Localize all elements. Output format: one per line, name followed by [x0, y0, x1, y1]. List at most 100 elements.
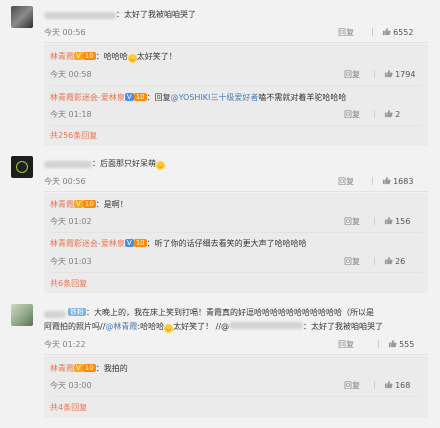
blurred-username[interactable]	[44, 311, 66, 318]
reply-link[interactable]: 回复	[338, 27, 354, 39]
thumbs-up-icon	[384, 380, 393, 389]
reply-text: ：回复	[146, 93, 171, 102]
comment-text-line2d: ：太好了我被咱咱哭了	[303, 322, 384, 331]
like-count: 168	[395, 381, 411, 390]
reply-item: 林青霞影迷会-爱林泉 V 10 ：听了你的话仔细去看笑的更大声了哈哈哈哈	[50, 238, 307, 250]
reply-author-name[interactable]: 林青霞	[50, 52, 74, 61]
divider	[374, 110, 375, 118]
reply-time: 今天 01:18	[50, 110, 92, 119]
divider	[374, 217, 375, 225]
v-badge-icon: V	[74, 52, 83, 60]
thumbs-up-icon	[384, 69, 393, 78]
v-badge-icon: V	[74, 364, 83, 372]
level-badge-icon: 10	[82, 52, 96, 60]
like-button[interactable]: 168	[374, 380, 410, 392]
thumbs-up-icon	[384, 216, 393, 225]
reply-link[interactable]: 回复	[338, 176, 354, 188]
thumbs-up-icon	[384, 109, 393, 118]
reply-link[interactable]: 回复	[344, 256, 360, 268]
laughing-emoji-icon: ◡	[156, 161, 165, 170]
divider	[50, 125, 422, 126]
like-count: 2	[395, 110, 401, 119]
comment-time: 今天 00:56	[44, 28, 86, 37]
like-count: 1794	[395, 70, 416, 79]
reply-item: 林青霞 V 10 ：是啊！	[50, 199, 128, 211]
like-count: 555	[399, 340, 415, 349]
divider	[44, 354, 428, 355]
reply-link[interactable]: 回复	[344, 109, 360, 121]
reply-item: 林青霞影迷会-爱林泉 V 10 ：回复@YOSHIKI三十级爱好者嗑不需就对着羊驼哈哈…	[50, 92, 346, 104]
level-badge-icon: 10	[133, 93, 147, 101]
comment-text-line2: 阿霞拍的照片吗//	[44, 322, 106, 331]
v-badge-icon: V	[74, 200, 83, 208]
like-count: 6552	[393, 28, 414, 37]
reply-item: 林青霞 V 10 ：我拍的	[50, 363, 128, 375]
comment-text: ：大晚上的，我在床上笑到打嗝！青霞真的好逗哈哈哈哈哈哈哈哈哈哈哈（所以是	[86, 308, 374, 317]
reply-text-2: 嗑不需就对着羊驼哈哈哈	[258, 93, 347, 102]
laughing-emoji-icon: ◡	[164, 324, 174, 333]
reply-author-name[interactable]: 林青霞	[50, 364, 74, 373]
divider	[378, 340, 379, 348]
reply-text-2: 太好笑了！	[136, 52, 177, 61]
level-badge-icon: 10	[82, 364, 96, 372]
divider	[50, 232, 422, 233]
like-button[interactable]: 6552	[372, 27, 413, 39]
comment-item: 铁粉 ：大晚上的，我在床上笑到打嗝！青霞真的好逗哈哈哈哈哈哈哈哈哈哈哈（所以是	[68, 307, 374, 319]
divider	[44, 42, 428, 43]
more-replies-link[interactable]: 共256条回复	[50, 130, 97, 142]
divider	[50, 272, 422, 273]
like-button[interactable]: 1683	[372, 176, 413, 188]
thumbs-up-icon	[382, 27, 391, 36]
like-button[interactable]: 2	[374, 109, 400, 121]
commenter-avatar[interactable]	[11, 304, 33, 326]
blurred-username[interactable]	[44, 12, 116, 19]
divider	[372, 177, 373, 185]
thumbs-up-icon	[384, 256, 393, 265]
divider	[374, 257, 375, 265]
reply-time: 今天 03:00	[50, 381, 92, 390]
reply-link[interactable]: 回复	[344, 380, 360, 392]
like-button[interactable]: 26	[374, 256, 405, 268]
reply-link[interactable]: 回复	[338, 339, 354, 351]
avatar-ring-icon	[16, 161, 28, 173]
reply-time: 今天 01:03	[50, 257, 92, 266]
more-replies-link[interactable]: 共4条回复	[50, 402, 87, 414]
like-count: 26	[395, 257, 406, 266]
blurred-username[interactable]	[44, 161, 92, 168]
reply-time: 今天 00:58	[50, 70, 92, 79]
like-button[interactable]: 1794	[374, 69, 415, 81]
reply-time: 今天 01:02	[50, 217, 92, 226]
reply-text: ：哈哈哈	[95, 52, 128, 61]
reply-link[interactable]: 回复	[344, 216, 360, 228]
mention-link[interactable]: @林青霞	[105, 322, 137, 331]
v-badge-icon: V	[124, 93, 134, 101]
divider	[44, 191, 428, 192]
reply-author-name[interactable]: 林青霞影迷会-爱林泉	[50, 93, 125, 102]
divider	[374, 70, 375, 78]
comment-text-line2c: 太好笑了！ //@	[173, 322, 230, 331]
thumbs-up-icon	[388, 339, 397, 348]
thumbs-up-icon	[382, 176, 391, 185]
more-replies-link[interactable]: 共6条回复	[50, 278, 87, 290]
blurred-username	[229, 322, 304, 329]
reply-item: 林青霞 V 10 ：哈哈哈 ◡ 太好笑了！	[50, 51, 177, 63]
like-button[interactable]: 555	[378, 339, 414, 351]
reply-author-name[interactable]: 林青霞影迷会-爱林泉	[50, 239, 125, 248]
reply-text: ：听了你的话仔细去看笑的更大声了哈哈哈哈	[146, 239, 307, 248]
reply-text: ：是啊！	[95, 200, 128, 209]
like-count: 1683	[393, 177, 414, 186]
divider	[372, 28, 373, 36]
commenter-avatar[interactable]	[11, 6, 33, 28]
comment-time: 今天 00:56	[44, 177, 86, 186]
level-badge-icon: 10	[133, 239, 147, 247]
reply-text: ：我拍的	[95, 364, 128, 373]
level-badge-icon: 10	[82, 200, 96, 208]
mention-link[interactable]: @YOSHIKI三十级爱好者	[171, 93, 259, 102]
reply-author-name[interactable]: 林青霞	[50, 200, 74, 209]
commenter-avatar[interactable]	[11, 156, 33, 178]
reply-link[interactable]: 回复	[344, 69, 360, 81]
like-button[interactable]: 156	[374, 216, 410, 228]
comment-item: ：后面那只好呆萌 ◡	[92, 158, 165, 170]
comment-text-line2b: :哈哈哈	[137, 322, 165, 331]
comment-text: ：太好了我被咱咱哭了	[116, 10, 196, 19]
